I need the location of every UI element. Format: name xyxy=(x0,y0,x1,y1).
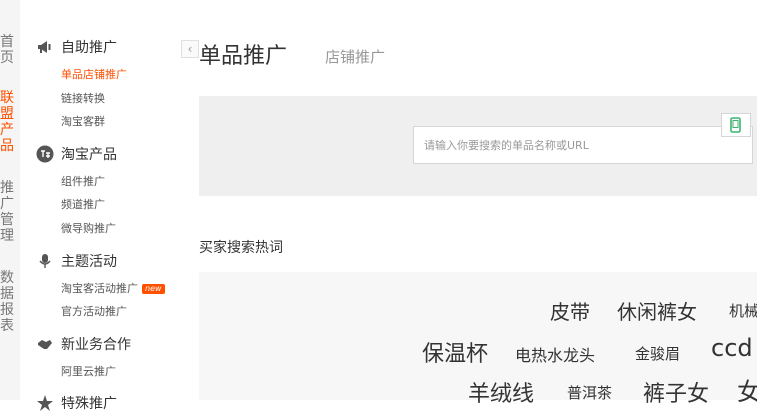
left-nav-item-home[interactable]: 首页 xyxy=(0,34,14,66)
left-nav-char: 推 xyxy=(0,180,14,196)
left-nav-label: 推广管理 xyxy=(0,180,14,244)
left-nav-label: 首页 xyxy=(0,34,14,66)
sidebar-item-link-convert[interactable]: 链接转换 xyxy=(61,90,105,106)
sidebar-group-title: 自助推广 xyxy=(61,40,117,56)
left-nav-char: 报 xyxy=(0,302,14,318)
left-nav-item-reports[interactable]: 数据报表 xyxy=(0,270,14,334)
sidebar-collapse-button[interactable]: ‹ xyxy=(181,40,199,58)
hot-keyword[interactable]: 裤子女 xyxy=(643,376,709,408)
sidebar-group-new-business: 新业务合作 xyxy=(20,333,190,355)
sidebar: 自助推广 单品店铺推广 链接转换 淘宝客群 淘宝产品 组件推广 频道推广 微导购… xyxy=(20,0,199,412)
sidebar-group-header[interactable]: 淘宝产品 xyxy=(20,143,190,165)
sidebar-group-title: 主题活动 xyxy=(61,254,117,270)
sidebar-item-taobaoke-activity[interactable]: 淘宝客活动推广 new xyxy=(61,280,165,296)
hot-keyword[interactable]: 保温杯 xyxy=(422,336,488,368)
new-badge: new xyxy=(142,284,165,294)
sidebar-item-aliyun-promotion[interactable]: 阿里云推广 xyxy=(61,363,116,379)
left-nav-char: 页 xyxy=(0,50,14,66)
hot-keyword[interactable]: 羊绒线 xyxy=(468,376,534,408)
search-input[interactable] xyxy=(414,127,734,163)
megaphone-icon xyxy=(38,41,51,53)
left-nav-char: 据 xyxy=(0,286,14,302)
hot-keyword[interactable]: 电热水龙头 xyxy=(515,342,595,366)
left-nav-label: 联盟产品 xyxy=(0,90,14,154)
sidebar-item-label: 淘宝客活动推广 xyxy=(61,282,138,295)
left-nav-char: 理 xyxy=(0,228,14,244)
taobao-logo-icon xyxy=(36,145,54,163)
left-nav-char: 品 xyxy=(0,138,14,154)
hot-keywords-title: 买家搜索热词 xyxy=(199,240,283,256)
sidebar-group-special-promotion: 特殊推广 xyxy=(20,392,190,414)
sidebar-group-title: 新业务合作 xyxy=(61,337,131,353)
chevron-left-icon: ‹ xyxy=(187,42,193,56)
phone-scan-button[interactable] xyxy=(721,113,751,137)
sidebar-item-taobaoke-group[interactable]: 淘宝客群 xyxy=(61,113,105,129)
sidebar-group-header[interactable]: 特殊推广 xyxy=(20,392,190,414)
sidebar-group-header[interactable]: 自助推广 xyxy=(20,36,190,58)
hot-keyword[interactable]: ccd xyxy=(711,334,753,362)
hot-keywords-panel: 皮带 休闲裤女 机械 保温杯 电热水龙头 金骏眉 ccd 羊绒线 普洱茶 裤子女… xyxy=(199,272,757,407)
sidebar-item-channel-promotion[interactable]: 频道推广 xyxy=(61,196,105,212)
sidebar-item-widget-promotion[interactable]: 组件推广 xyxy=(61,173,105,189)
left-nav-item-products[interactable]: 联盟产品 xyxy=(0,90,14,154)
tab-single-product-promotion[interactable]: 单品推广 xyxy=(199,38,287,70)
sidebar-group-self-promotion: 自助推广 xyxy=(20,36,190,58)
left-nav-char: 广 xyxy=(0,196,14,212)
hot-keyword[interactable]: 休闲裤女 xyxy=(617,296,697,325)
left-nav-strip: 首页 联盟产品 推广管理 数据报表 xyxy=(0,0,21,400)
hot-keyword[interactable]: 机械 xyxy=(729,300,757,321)
star-icon xyxy=(37,395,53,411)
left-nav-char: 联 xyxy=(0,90,14,106)
sidebar-item-official-activity[interactable]: 官方活动推广 xyxy=(61,303,127,319)
left-nav-label: 数据报表 xyxy=(0,270,14,334)
left-nav-char: 首 xyxy=(0,34,14,50)
tab-store-promotion[interactable]: 店铺推广 xyxy=(325,46,385,67)
left-nav-char: 盟 xyxy=(0,106,14,122)
sidebar-group-header[interactable]: 新业务合作 xyxy=(20,333,190,355)
sidebar-item-single-store-promotion[interactable]: 单品店铺推广 xyxy=(61,66,127,82)
hot-keyword[interactable]: 皮带 xyxy=(550,296,590,325)
sidebar-group-header[interactable]: 主题活动 xyxy=(20,250,190,272)
microphone-icon xyxy=(39,254,51,268)
hot-keyword[interactable]: 女 xyxy=(737,372,757,407)
left-nav-char: 数 xyxy=(0,270,14,286)
phone-scan-icon xyxy=(730,117,741,133)
left-nav-char: 表 xyxy=(0,318,14,334)
sidebar-group-title: 特殊推广 xyxy=(61,396,117,412)
search-panel xyxy=(199,96,757,196)
search-box xyxy=(413,126,753,164)
left-nav-char: 产 xyxy=(0,122,14,138)
sidebar-item-micro-guide-promotion[interactable]: 微导购推广 xyxy=(61,220,116,236)
left-nav-item-promotion-management[interactable]: 推广管理 xyxy=(0,180,14,244)
sidebar-group-taobao-products: 淘宝产品 xyxy=(20,143,190,165)
hot-keyword[interactable]: 金骏眉 xyxy=(635,343,680,364)
left-nav-char: 管 xyxy=(0,212,14,228)
sidebar-group-title: 淘宝产品 xyxy=(61,147,117,163)
handshake-icon xyxy=(38,340,52,349)
sidebar-group-theme-activity: 主题活动 xyxy=(20,250,190,272)
